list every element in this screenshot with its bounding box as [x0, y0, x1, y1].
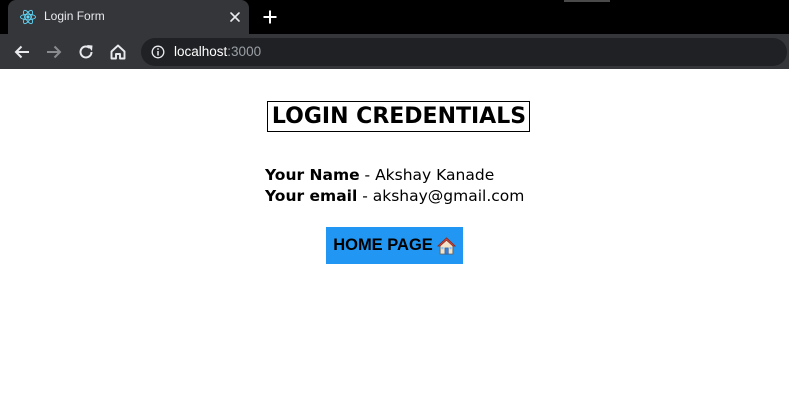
email-row: Your email - akshay@gmail.com — [265, 187, 524, 205]
address-bar[interactable]: localhost:3000 — [141, 38, 787, 66]
browser-tab[interactable]: Login Form — [8, 0, 249, 34]
close-icon[interactable] — [229, 11, 241, 23]
reload-icon[interactable] — [76, 42, 96, 62]
title-container: LOGIN CREDENTIALS — [0, 101, 789, 132]
tab-title: Login Form — [44, 9, 105, 23]
name-row: Your Name - Akshay Kanade — [265, 166, 494, 184]
browser-tabstrip: Login Form — [0, 0, 789, 34]
house-icon — [436, 236, 456, 255]
home-page-button[interactable]: HOME PAGE — [326, 227, 463, 264]
page-title: LOGIN CREDENTIALS — [266, 101, 531, 132]
react-icon — [20, 9, 36, 25]
plus-icon[interactable] — [262, 9, 278, 25]
name-value: - Akshay Kanade — [359, 166, 495, 184]
email-label: Your email — [265, 187, 358, 205]
home-page-button-label: HOME PAGE — [333, 236, 433, 254]
page-content: LOGIN CREDENTIALS Your Name - Akshay Kan… — [0, 69, 789, 418]
arrow-left-icon[interactable] — [12, 42, 32, 62]
info-icon[interactable] — [151, 45, 165, 59]
email-value: - akshay@gmail.com — [357, 187, 525, 205]
url-host: localhost — [174, 44, 228, 59]
browser-toolbar: localhost:3000 — [0, 34, 789, 69]
url-port: :3000 — [227, 44, 262, 59]
url-text[interactable]: localhost:3000 — [174, 44, 261, 59]
name-label: Your Name — [265, 166, 360, 184]
arrow-right-icon[interactable] — [44, 42, 64, 62]
home-icon[interactable] — [108, 42, 128, 62]
tabstrip-divider — [564, 0, 610, 2]
